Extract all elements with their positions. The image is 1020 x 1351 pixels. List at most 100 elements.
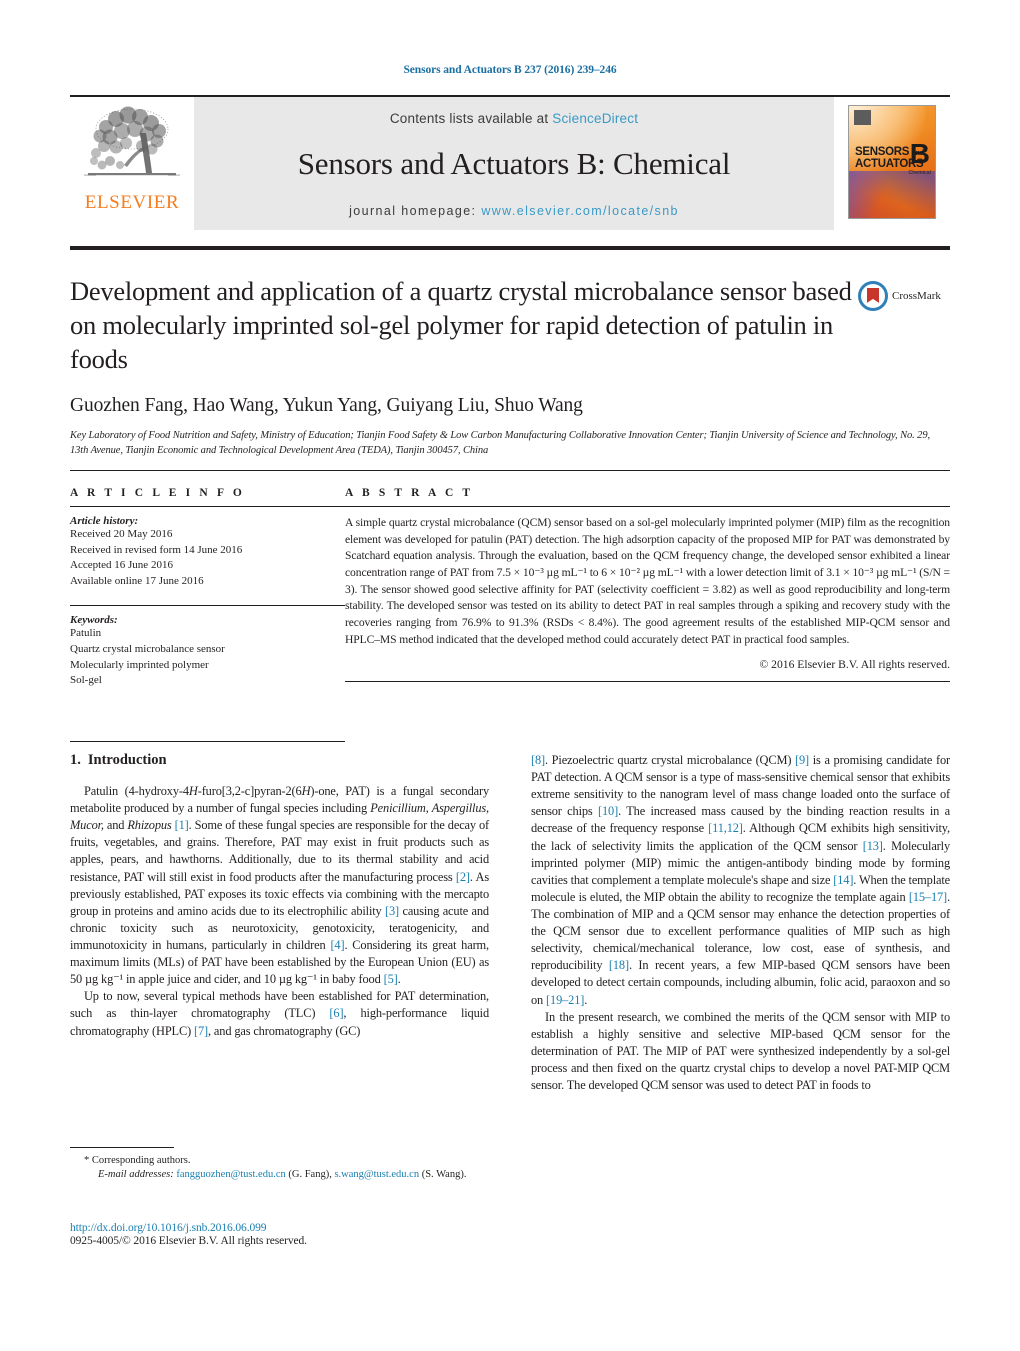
article-info-column: A R T I C L E I N F O Article history: R… — [70, 487, 345, 742]
crossmark-label: CrossMark — [892, 290, 941, 302]
cover-subtitle: Chemical — [908, 170, 931, 176]
citation-ref[interactable]: [2] — [456, 870, 470, 884]
body-column-left: 1. Introduction Patulin (4-hydroxy-4H-fur… — [70, 752, 489, 1094]
journal-title: Sensors and Actuators B: Chemical — [297, 146, 731, 181]
authors-names: Guozhen Fang, Hao Wang, Yukun Yang, Guiy… — [70, 394, 583, 416]
abstract-bottom-rule — [345, 680, 950, 682]
article-info-rule — [70, 506, 345, 507]
paragraph-2-left: Up to now, several typical methods have … — [70, 988, 489, 1039]
abstract-text: A simple quartz crystal microbalance (QC… — [345, 516, 950, 646]
email-link-wang[interactable]: s.wang@tust.edu.cn — [334, 1169, 419, 1180]
cover-image: SENSORS and ACTUATORS B Chemical — [848, 105, 936, 219]
info-abstract-region: A R T I C L E I N F O Article history: R… — [70, 487, 950, 742]
paragraph-2-right: [8]. Piezoelectric quartz crystal microb… — [531, 752, 950, 1009]
article-info-bottom-rule — [70, 740, 345, 742]
p1-i: . — [397, 972, 401, 987]
cover-line1: SENSORS — [855, 146, 910, 158]
homepage-prefix: journal homepage: — [349, 204, 482, 218]
cover-series-letter: B — [909, 138, 930, 169]
paragraph-3: In the present research, we combined the… — [531, 1009, 950, 1093]
keywords-block: Keywords: Patulin Quartz crystal microba… — [70, 614, 345, 688]
email-who-fang: (G. Fang), — [285, 1169, 332, 1181]
cover-elsevier-mark-icon — [854, 110, 871, 125]
keyword-item: Sol-gel — [70, 674, 102, 687]
article-page: Sensors and Actuators B 237 (2016) 239–2… — [0, 0, 1020, 1351]
body-columns: 1. Introduction Patulin (4-hydroxy-4H-fur… — [70, 752, 950, 1094]
doi-block: http://dx.doi.org/10.1016/j.snb.2016.06.… — [70, 1222, 510, 1247]
contents-prefix: Contents lists available at — [389, 111, 553, 126]
masthead-bottom-rule — [70, 246, 950, 250]
abstract-column: A B S T R A C T A simple quartz crystal … — [345, 487, 950, 742]
journal-cover-thumbnail: SENSORS and ACTUATORS B Chemical — [834, 97, 950, 230]
email-addresses-line: E-mail addresses: fangguozhen@tust.edu.c… — [70, 1168, 489, 1182]
page-title: Development and application of a quartz … — [70, 276, 852, 374]
p1-a: Patulin (4-hydroxy-4 — [84, 784, 189, 798]
keyword-item: Molecularly imprinted polymer — [70, 658, 209, 671]
p2-l: . — [584, 992, 588, 1007]
email-link-fang[interactable]: fangguozhen@tust.edu.cn — [176, 1169, 285, 1180]
citation-ref[interactable]: [15–17] — [909, 890, 947, 904]
citation-ref[interactable]: [13] — [863, 839, 883, 853]
journal-homepage-line: journal homepage: www.elsevier.com/locat… — [204, 204, 824, 218]
contents-available-line: Contents lists available at ScienceDirec… — [204, 111, 824, 126]
paragraph-1: Patulin (4-hydroxy-4H-furo[3,2-c]pyran-2… — [70, 784, 490, 987]
title-bottom-rule — [70, 470, 950, 471]
cover-crystal-artwork — [849, 170, 935, 218]
citation-ref[interactable]: [18] — [609, 958, 629, 972]
issn-copyright-line: 0925-4005/© 2016 Elsevier B.V. All right… — [70, 1235, 307, 1247]
abstract-copyright: © 2016 Elsevier B.V. All rights reserved… — [759, 657, 950, 671]
title-block: Development and application of a quartz … — [70, 275, 950, 459]
citation-ref[interactable]: [5] — [384, 972, 398, 986]
email-label: E-mail addresses: — [98, 1169, 174, 1181]
journal-masthead: ELSEVIER Contents lists available at Sci… — [70, 95, 950, 230]
keywords-rule — [70, 605, 345, 607]
citation-ref[interactable]: [10] — [598, 804, 618, 818]
p2-c: , and gas chromatography (GC) — [208, 1023, 361, 1038]
doi-link[interactable]: http://dx.doi.org/10.1016/j.snb.2016.06.… — [70, 1222, 510, 1234]
section-number: 1. — [70, 752, 81, 768]
email-who-wang: (S. Wang). — [421, 1169, 467, 1181]
citation-ref[interactable]: [4] — [330, 938, 344, 952]
p1-b: -furo[3,2-c]pyran-2(6 — [197, 784, 302, 798]
masthead-center: Contents lists available at ScienceDirec… — [194, 97, 834, 230]
footnote-block: * Corresponding authors. E-mail addresse… — [70, 1147, 489, 1183]
sciencedirect-link[interactable]: ScienceDirect — [552, 111, 638, 126]
section-title: Introduction — [87, 752, 167, 768]
keyword-item: Quartz crystal microbalance sensor — [70, 643, 225, 656]
history-received: Received 20 May 2016 — [70, 528, 173, 540]
elsevier-logo: ELSEVIER — [70, 97, 194, 230]
corresponding-authors-note: * Corresponding authors. — [84, 1155, 191, 1166]
abstract-rule — [345, 506, 950, 507]
citation-ref[interactable]: [1] — [175, 818, 189, 832]
citation-ref[interactable]: [19–21] — [546, 993, 584, 1007]
history-online: Available online 17 June 2016 — [70, 574, 204, 587]
running-head: Sensors and Actuators B 237 (2016) 239–2… — [403, 64, 617, 76]
elsevier-wordmark: ELSEVIER — [84, 192, 180, 213]
keyword-item: Patulin — [70, 627, 102, 640]
article-history-label: Article history: — [70, 515, 139, 527]
crossmark-icon — [858, 281, 888, 311]
elsevier-tree-icon — [84, 106, 180, 176]
citation-ref[interactable]: [11,12] — [708, 821, 743, 835]
crossmark-badge[interactable]: CrossMark — [858, 281, 950, 311]
p2-d: . Piezoelectric quartz crystal microbala… — [545, 753, 796, 767]
citation-ref[interactable]: [6] — [329, 1006, 343, 1020]
species-name-2: Rhizopus — [127, 818, 172, 833]
history-accepted: Accepted 16 June 2016 — [70, 559, 173, 572]
citation-ref[interactable]: [3] — [385, 904, 399, 918]
citation-ref[interactable]: [14] — [833, 873, 853, 887]
author-list: Guozhen Fang, Hao Wang, Yukun Yang, Guiy… — [70, 395, 950, 417]
affiliation: Key Laboratory of Food Nutrition and Saf… — [70, 429, 931, 457]
keywords-label: Keywords: — [70, 614, 118, 627]
history-revised: Received in revised form 14 June 2016 — [70, 543, 243, 556]
citation-ref[interactable]: [8] — [531, 753, 545, 767]
body-column-right: [8]. Piezoelectric quartz crystal microb… — [531, 752, 950, 1094]
p1-d: and — [103, 818, 128, 833]
citation-ref[interactable]: [7] — [194, 1024, 208, 1038]
abstract-heading: A B S T R A C T — [345, 487, 474, 499]
article-info-heading: A R T I C L E I N F O — [70, 487, 245, 499]
citation-ref[interactable]: [9] — [795, 753, 809, 767]
section-heading-introduction: 1. Introduction — [70, 752, 489, 769]
footnote-rule — [70, 1147, 174, 1148]
homepage-url-link[interactable]: www.elsevier.com/locate/snb — [481, 204, 679, 218]
